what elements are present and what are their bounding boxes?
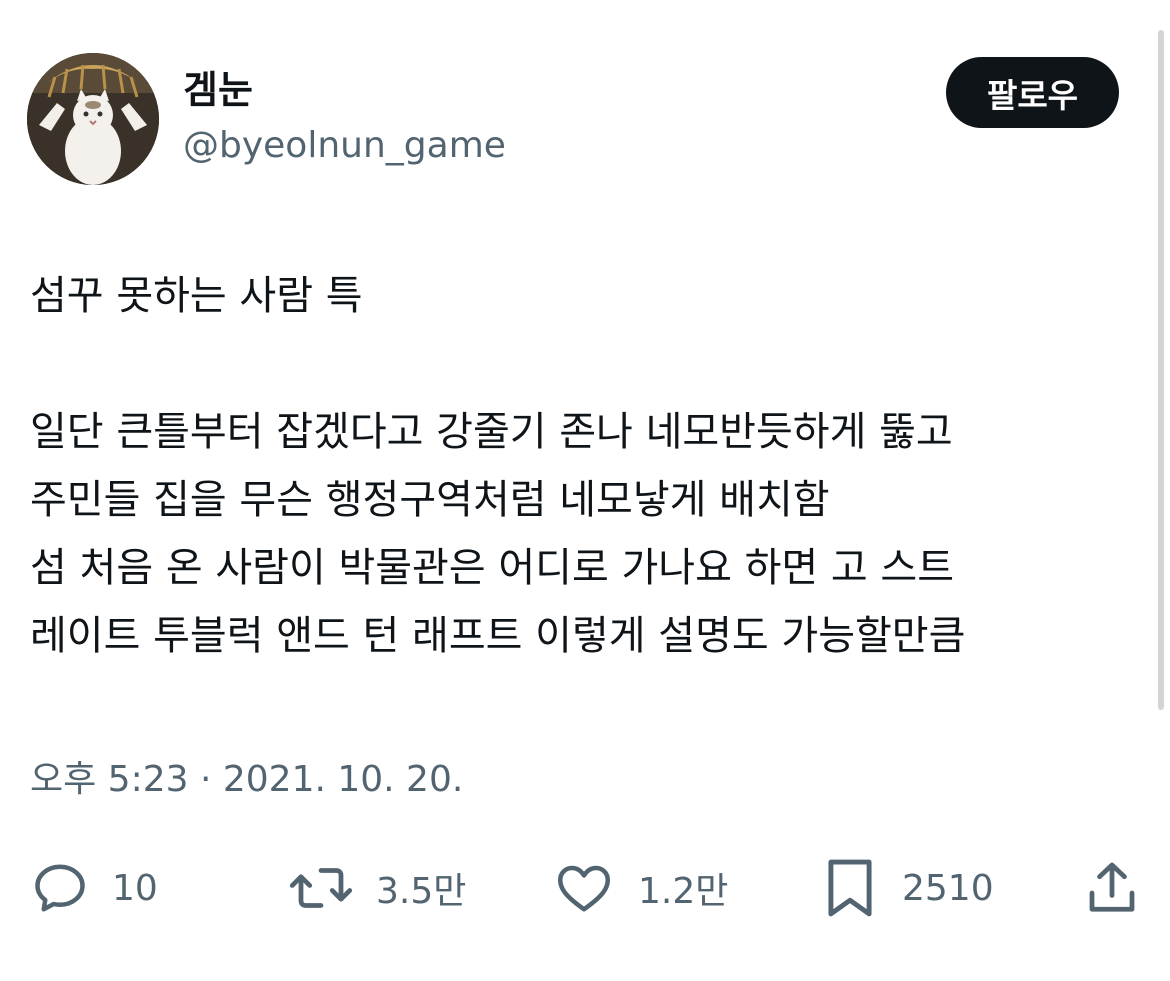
retweet-button[interactable]: 3.5만 — [288, 852, 466, 924]
tweet-line: 주민들 집을 무슨 행정구역처럼 네모낳게 배치함 — [30, 477, 830, 523]
share-icon — [1082, 856, 1142, 920]
bookmark-button[interactable]: 2510 — [820, 852, 994, 924]
avatar-cat-image — [27, 53, 159, 185]
tweet-line: 일단 큰틀부터 잡겠다고 강줄기 존나 네모반듯하게 뚫고 — [30, 409, 953, 455]
tweet-timestamp[interactable]: 오후 5:23 · 2021. 10. 20. — [30, 754, 463, 806]
avatar[interactable] — [27, 53, 159, 185]
bookmark-icon — [820, 855, 880, 921]
tweet-line: 섬 처음 온 사람이 박물관은 어디로 가나요 하면 고 스트 — [30, 545, 955, 591]
scrollbar[interactable] — [1158, 30, 1164, 710]
user-handle[interactable]: @byeolnun_game — [183, 121, 506, 171]
tweet-text: 섬꾸 못하는 사람 특 일단 큰틀부터 잡겠다고 강줄기 존나 네모반듯하게 뚫… — [30, 262, 1150, 670]
action-bar: 10 3.5만 1.2만 2510 — [0, 852, 1170, 924]
share-button[interactable] — [1082, 852, 1142, 924]
heart-icon — [552, 858, 616, 918]
reply-button[interactable]: 10 — [30, 852, 158, 924]
like-button[interactable]: 1.2만 — [552, 852, 728, 924]
display-name[interactable]: 겜눈 — [183, 64, 253, 116]
reply-count: 10 — [112, 867, 158, 909]
tweet-line: 섬꾸 못하는 사람 특 — [30, 273, 363, 319]
tweet-line: 레이트 투블럭 앤드 턴 래프트 이렇게 설명도 가능할만큼 — [30, 613, 966, 659]
retweet-count: 3.5만 — [376, 871, 467, 912]
bookmark-count: 2510 — [902, 867, 994, 909]
reply-icon — [30, 858, 90, 918]
retweet-icon — [288, 858, 354, 918]
like-count: 1.2만 — [638, 871, 729, 912]
follow-button[interactable]: 팔로우 — [946, 57, 1119, 128]
